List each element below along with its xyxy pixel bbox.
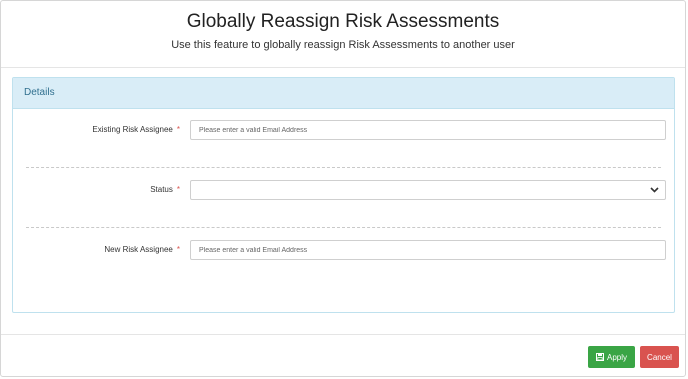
cancel-button[interactable]: Cancel bbox=[640, 346, 679, 368]
existing-assignee-label-text: Existing Risk Assignee bbox=[92, 125, 173, 134]
apply-button-label: Apply bbox=[606, 352, 627, 362]
reassign-modal: Globally Reassign Risk Assessments Use t… bbox=[0, 0, 686, 377]
divider bbox=[26, 227, 661, 228]
status-row: Status * bbox=[13, 180, 674, 200]
chevron-down-icon bbox=[650, 185, 659, 195]
status-label-text: Status bbox=[150, 185, 173, 194]
details-panel-header: Details bbox=[13, 78, 674, 109]
status-label: Status * bbox=[150, 185, 180, 194]
new-assignee-input[interactable] bbox=[190, 240, 666, 260]
divider bbox=[26, 167, 661, 168]
existing-assignee-label: Existing Risk Assignee * bbox=[92, 125, 180, 134]
cancel-button-label: Cancel bbox=[647, 352, 672, 362]
save-icon bbox=[595, 353, 604, 361]
details-panel: Details Existing Risk Assignee* Status* bbox=[12, 77, 675, 313]
required-mark: * bbox=[176, 185, 180, 194]
new-assignee-label-text: New Risk Assignee bbox=[104, 245, 173, 254]
existing-assignee-row: Existing Risk Assignee * bbox=[13, 120, 674, 140]
modal-header: Globally Reassign Risk Assessments Use t… bbox=[1, 1, 685, 68]
new-assignee-label: New Risk Assignee * bbox=[104, 245, 180, 254]
page-title: Globally Reassign Risk Assessments bbox=[186, 11, 500, 32]
required-mark: * bbox=[176, 125, 180, 134]
page-subtitle: Use this feature to globally reassign Ri… bbox=[171, 39, 515, 51]
required-mark: * bbox=[176, 245, 180, 254]
modal-body: Details Existing Risk Assignee* Status* bbox=[1, 67, 685, 334]
status-select[interactable] bbox=[190, 180, 666, 200]
details-panel-title: Details bbox=[24, 87, 55, 98]
new-assignee-row: New Risk Assignee * bbox=[13, 240, 674, 260]
apply-button[interactable]: Apply bbox=[588, 346, 635, 368]
existing-assignee-input[interactable] bbox=[190, 120, 666, 140]
modal-footer: Apply Cancel bbox=[1, 334, 685, 379]
